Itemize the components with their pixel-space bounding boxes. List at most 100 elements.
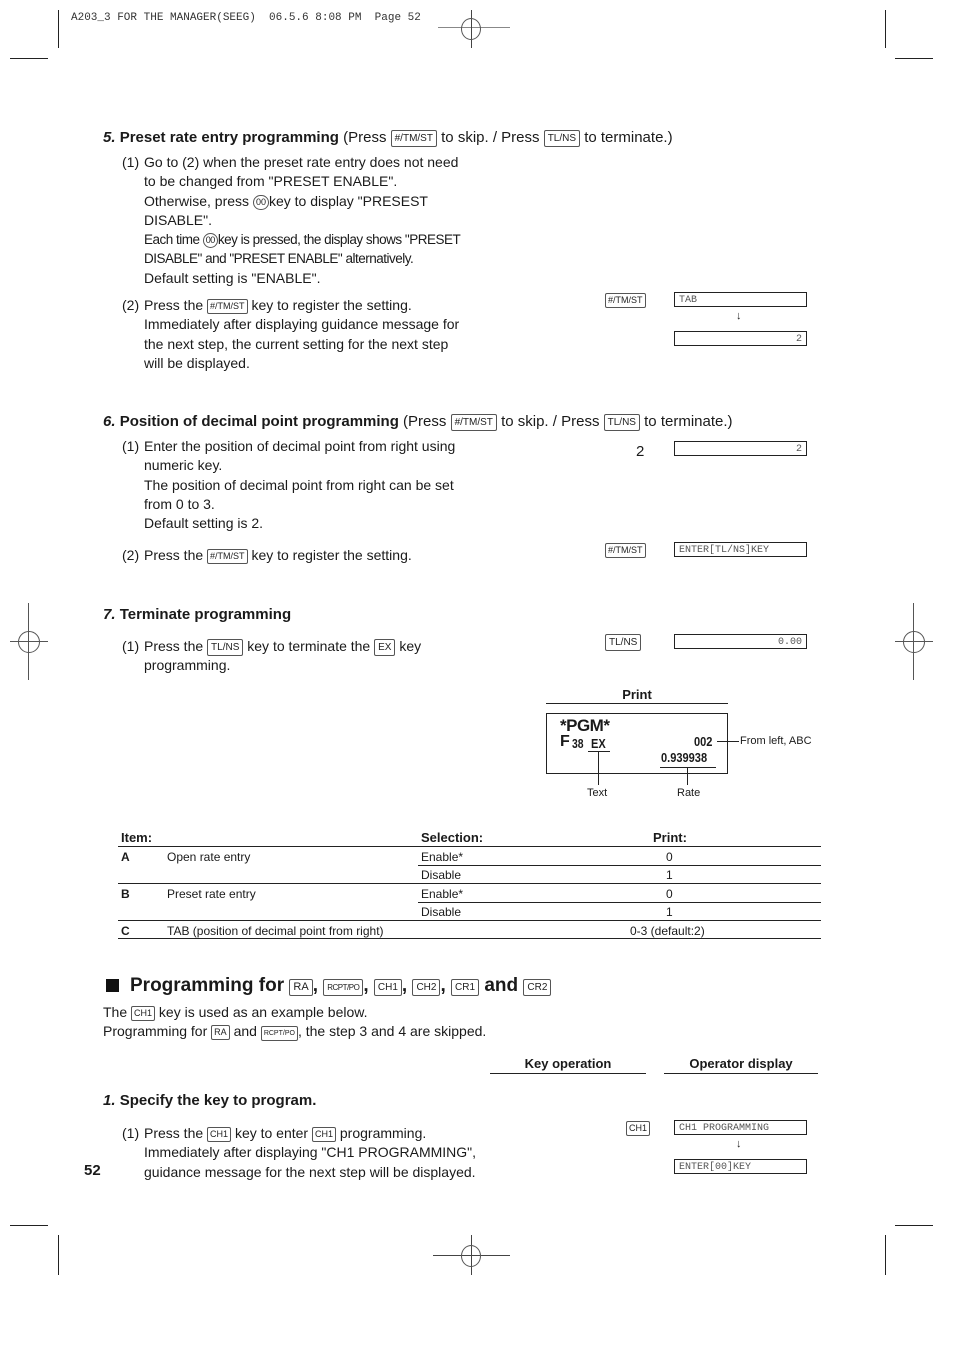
text-span: key to display "PRESEST xyxy=(268,192,428,209)
print-title-underline xyxy=(546,703,728,704)
step6-title: Position of decimal point programming xyxy=(119,413,399,430)
section-heading: Programming for RA, RCPT/PO, CH1, CH2, C… xyxy=(130,975,552,997)
column-header-underline xyxy=(490,1073,646,1074)
down-arrow-icon: ↓ xyxy=(736,1138,742,1150)
crop-mark xyxy=(10,58,48,59)
table-header-item: Item: xyxy=(121,830,153,845)
text-line: Immediately after displaying "CH1 PROGRA… xyxy=(144,1144,477,1161)
column-header-key-operation: Key operation xyxy=(524,1056,612,1071)
step5-heading: 5. Preset rate entry programming (Press … xyxy=(103,129,673,147)
text-line: from 0 to 3. xyxy=(144,495,215,512)
text-line: Press the CH1 key to enter CH1 programmi… xyxy=(144,1124,504,1143)
step7-title: Terminate programming xyxy=(119,606,292,623)
text-span: key to register the setting. xyxy=(251,547,412,563)
text-line: Immediately after displaying guidance me… xyxy=(144,316,460,333)
callout-code-label: From left, ABC xyxy=(740,735,812,747)
code-callout-line xyxy=(717,741,739,742)
text-span: , the step 3 and 4 are skipped. xyxy=(297,1023,487,1040)
registration-mark-circle xyxy=(903,631,925,653)
text-span: Each time xyxy=(144,232,200,248)
row-item: Open rate entry xyxy=(167,850,251,864)
step5-sub2-body: Press the #/TM/ST key to register the se… xyxy=(144,296,504,373)
text-line: Programming for RA and RCPT/PO, the step… xyxy=(103,1022,487,1042)
text-span: key to register the setting. xyxy=(251,297,412,313)
key-ex: EX xyxy=(374,639,396,656)
text-line: Default setting is 2. xyxy=(144,515,264,532)
step7-heading: 7. Terminate programming xyxy=(103,606,291,623)
row-print: 1 xyxy=(666,868,673,882)
sec-step1-title: Specify the key to program. xyxy=(119,1092,317,1109)
sec-step1-sub1-body: Press the CH1 key to enter CH1 programmi… xyxy=(144,1124,504,1182)
step5-press-text: (Press xyxy=(343,129,387,146)
row-letter: B xyxy=(121,887,130,901)
crop-mark xyxy=(58,1235,59,1275)
text-span: and xyxy=(233,1023,257,1040)
text-span: Otherwise, press xyxy=(144,192,250,209)
sec-step1-heading: 1. Specify the key to program. xyxy=(103,1092,316,1109)
table-header-selection: Selection: xyxy=(421,830,484,845)
text-callout-line xyxy=(598,751,599,785)
text-line: DISABLE" and "PRESET ENABLE" alternative… xyxy=(144,251,414,267)
text-line: Press the TL/NS key to terminate the EX … xyxy=(144,637,504,656)
crop-mark xyxy=(885,1235,886,1275)
section-square-bullet-icon xyxy=(106,979,119,992)
text-line: Each time 00 key is pressed, the display … xyxy=(144,230,504,249)
receipt-f-number: 38 xyxy=(572,736,584,751)
text-span: key to enter xyxy=(234,1125,309,1141)
table-rule xyxy=(118,920,821,921)
operator-display: CH1 PROGRAMMING xyxy=(674,1120,807,1135)
operator-display: ENTER[TL/NS]KEY xyxy=(674,542,807,557)
key-cr1: CR1 xyxy=(451,979,480,996)
key-rcpt-po: RCPT/PO xyxy=(260,1026,298,1042)
row-item: Preset rate entry xyxy=(167,887,256,901)
receipt-f-label: F xyxy=(560,733,570,750)
key-tl-ns: TL/NS xyxy=(603,414,640,431)
registration-mark-circle xyxy=(461,1245,481,1267)
text-line: numeric key. xyxy=(144,457,223,474)
text-line: Press the #/TM/ST key to register the se… xyxy=(144,546,504,565)
operator-display: ENTER[00]KEY xyxy=(674,1159,807,1174)
receipt-code: 002 xyxy=(694,734,713,749)
step6-heading: 6. Position of decimal point programming… xyxy=(103,413,733,431)
sec-step1-number: 1. xyxy=(103,1092,116,1109)
down-arrow-icon: ↓ xyxy=(736,310,742,322)
text-callout-line xyxy=(588,751,610,752)
section-title: Programming for xyxy=(130,975,285,996)
table-rule xyxy=(418,865,821,866)
text-line: Otherwise, press 00 key to display "PRESE… xyxy=(144,192,504,211)
crop-mark xyxy=(895,58,933,59)
row-print: 0-3 (default:2) xyxy=(630,924,705,938)
print-header: A203_3 FOR THE MANAGER(SEEG) 06.5.6 8:08… xyxy=(71,12,421,24)
text-span: key is pressed, the display shows "PRESE… xyxy=(217,232,461,248)
key-ch1: CH1 xyxy=(131,1006,156,1021)
crop-mark xyxy=(885,10,886,48)
step6-sub2-body: Press the #/TM/ST key to register the se… xyxy=(144,546,504,565)
text-line: The CH1 key is used as an example below. xyxy=(103,1003,486,1022)
key-operation-ch1: CH1 xyxy=(626,1121,651,1136)
row-print: 1 xyxy=(666,905,673,919)
text-line: the next step, the current setting for t… xyxy=(144,335,449,352)
text-span: key to terminate the xyxy=(247,638,371,654)
key-ra: RA xyxy=(211,1025,230,1041)
row-print: 0 xyxy=(666,850,673,864)
key-ch2: CH2 xyxy=(412,979,441,996)
row-selection: Enable* xyxy=(421,850,464,864)
operator-display: 0.00 xyxy=(674,634,807,649)
text-span: Press the xyxy=(144,297,204,313)
operator-display: TAB xyxy=(674,292,807,307)
table-rule xyxy=(118,938,821,939)
step5-skip-text: to skip. / Press xyxy=(441,129,540,146)
row-letter: C xyxy=(121,924,130,938)
crop-mark xyxy=(58,10,59,48)
step6-terminate-text: to terminate.) xyxy=(644,413,733,430)
step6-sub1-body: Enter the position of decimal point from… xyxy=(144,437,504,533)
step5-sub2-num: (2) xyxy=(122,297,140,313)
row-print: 0 xyxy=(666,887,673,901)
table-rule xyxy=(418,902,821,903)
and-text: and xyxy=(484,975,519,996)
crop-mark xyxy=(10,1225,48,1226)
text-span: Press the xyxy=(144,547,204,563)
key-ch1: CH1 xyxy=(311,1127,336,1142)
callout-rate-label: Rate xyxy=(677,787,701,799)
operator-display: 2 xyxy=(674,331,807,346)
